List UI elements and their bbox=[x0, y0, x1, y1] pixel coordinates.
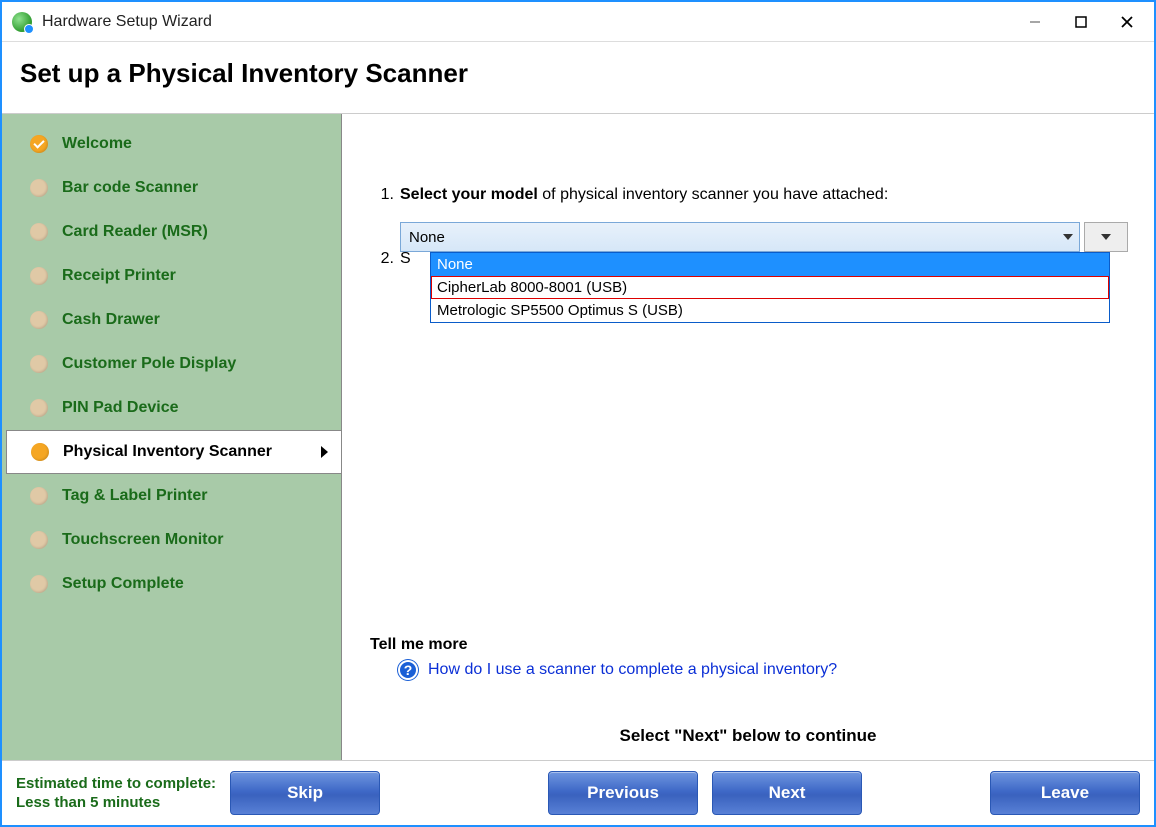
close-icon bbox=[1120, 15, 1134, 29]
step-welcome[interactable]: Welcome bbox=[2, 122, 341, 166]
instruction-step-1: 1. Select your model of physical invento… bbox=[370, 186, 1134, 204]
step-label: Tag & Label Printer bbox=[62, 487, 208, 505]
wizard-main-panel: 1. Select your model of physical invento… bbox=[342, 114, 1154, 760]
app-icon bbox=[12, 12, 32, 32]
bullet-icon bbox=[30, 487, 48, 505]
step-setup-complete[interactable]: Setup Complete bbox=[2, 562, 341, 606]
skip-button[interactable]: Skip bbox=[230, 771, 380, 815]
instruction-bold: Select your model bbox=[400, 186, 538, 203]
bullet-icon bbox=[30, 267, 48, 285]
step-label: Cash Drawer bbox=[62, 311, 160, 329]
chevron-down-icon bbox=[1101, 234, 1111, 240]
step-pole-display[interactable]: Customer Pole Display bbox=[2, 342, 341, 386]
chevron-down-icon bbox=[1063, 234, 1073, 240]
bullet-icon bbox=[30, 179, 48, 197]
arrow-right-icon bbox=[321, 446, 328, 458]
instruction-step-2-partial: 2. S bbox=[370, 250, 411, 268]
step-label: Touchscreen Monitor bbox=[62, 531, 224, 549]
close-button[interactable] bbox=[1104, 6, 1150, 38]
step-receipt-printer[interactable]: Receipt Printer bbox=[2, 254, 341, 298]
titlebar: Hardware Setup Wizard bbox=[2, 2, 1154, 42]
bullet-icon bbox=[30, 311, 48, 329]
leave-button[interactable]: Leave bbox=[990, 771, 1140, 815]
help-link[interactable]: How do I use a scanner to complete a phy… bbox=[428, 661, 837, 679]
bullet-icon bbox=[30, 355, 48, 373]
model-select-listbox[interactable]: None CipherLab 8000-8001 (USB) Metrologi… bbox=[430, 252, 1110, 323]
check-icon bbox=[30, 135, 48, 153]
tell-me-more-section: Tell me more ? How do I use a scanner to… bbox=[370, 636, 1130, 680]
eta-value: Less than 5 minutes bbox=[16, 793, 216, 813]
model-combo-row: None None CipherLab 8000-8001 (USB) Metr… bbox=[400, 222, 1134, 252]
eta-label: Estimated time to complete: bbox=[16, 774, 216, 794]
wizard-steps-sidebar: Welcome Bar code Scanner Card Reader (MS… bbox=[2, 114, 342, 760]
wizard-window: Hardware Setup Wizard Set up a Physical … bbox=[0, 0, 1156, 827]
bullet-icon bbox=[30, 531, 48, 549]
step-number: 1. bbox=[370, 186, 394, 204]
continue-hint: Select "Next" below to continue bbox=[342, 726, 1154, 746]
model-select[interactable]: None bbox=[400, 222, 1080, 252]
page-header: Set up a Physical Inventory Scanner bbox=[2, 42, 1154, 114]
model-option-cipherlab[interactable]: CipherLab 8000-8001 (USB) bbox=[431, 276, 1109, 299]
wizard-footer: Estimated time to complete: Less than 5 … bbox=[2, 761, 1154, 825]
window-controls bbox=[1012, 6, 1150, 38]
wizard-body: Welcome Bar code Scanner Card Reader (MS… bbox=[2, 114, 1154, 761]
model-select-value: None bbox=[409, 229, 445, 246]
step-label: PIN Pad Device bbox=[62, 399, 179, 417]
step-label: Card Reader (MSR) bbox=[62, 223, 208, 241]
window-title: Hardware Setup Wizard bbox=[42, 13, 1012, 31]
help-icon: ? bbox=[398, 660, 418, 680]
bullet-icon bbox=[30, 399, 48, 417]
page-title: Set up a Physical Inventory Scanner bbox=[20, 58, 1136, 89]
bullet-icon bbox=[31, 443, 49, 461]
model-option-metrologic[interactable]: Metrologic SP5500 Optimus S (USB) bbox=[431, 299, 1109, 322]
help-link-row: ? How do I use a scanner to complete a p… bbox=[398, 660, 1130, 680]
instruction-text: Select your model of physical inventory … bbox=[400, 186, 888, 204]
eta-block: Estimated time to complete: Less than 5 … bbox=[16, 774, 216, 813]
step-tag-label-printer[interactable]: Tag & Label Printer bbox=[2, 474, 341, 518]
bullet-icon bbox=[30, 223, 48, 241]
bullet-icon bbox=[30, 575, 48, 593]
step-label: Physical Inventory Scanner bbox=[63, 443, 272, 461]
step-label: Customer Pole Display bbox=[62, 355, 236, 373]
maximize-icon bbox=[1074, 15, 1088, 29]
step-label: Receipt Printer bbox=[62, 267, 176, 285]
step-physical-inventory-scanner[interactable]: Physical Inventory Scanner bbox=[6, 430, 342, 474]
step-label: Welcome bbox=[62, 135, 132, 153]
instruction-text-partial: S bbox=[400, 250, 411, 268]
tell-me-more-heading: Tell me more bbox=[370, 636, 1130, 654]
minimize-button[interactable] bbox=[1012, 6, 1058, 38]
step-cash-drawer[interactable]: Cash Drawer bbox=[2, 298, 341, 342]
step-number: 2. bbox=[370, 250, 394, 268]
next-button[interactable]: Next bbox=[712, 771, 862, 815]
step-barcode-scanner[interactable]: Bar code Scanner bbox=[2, 166, 341, 210]
model-aux-dropdown[interactable] bbox=[1084, 222, 1128, 252]
step-label: Bar code Scanner bbox=[62, 179, 198, 197]
previous-button[interactable]: Previous bbox=[548, 771, 698, 815]
step-pin-pad[interactable]: PIN Pad Device bbox=[2, 386, 341, 430]
instruction-rest: of physical inventory scanner you have a… bbox=[538, 186, 888, 203]
step-label: Setup Complete bbox=[62, 575, 184, 593]
model-option-none[interactable]: None bbox=[431, 253, 1109, 276]
step-card-reader[interactable]: Card Reader (MSR) bbox=[2, 210, 341, 254]
maximize-button[interactable] bbox=[1058, 6, 1104, 38]
minimize-icon bbox=[1028, 15, 1042, 29]
step-touchscreen-monitor[interactable]: Touchscreen Monitor bbox=[2, 518, 341, 562]
